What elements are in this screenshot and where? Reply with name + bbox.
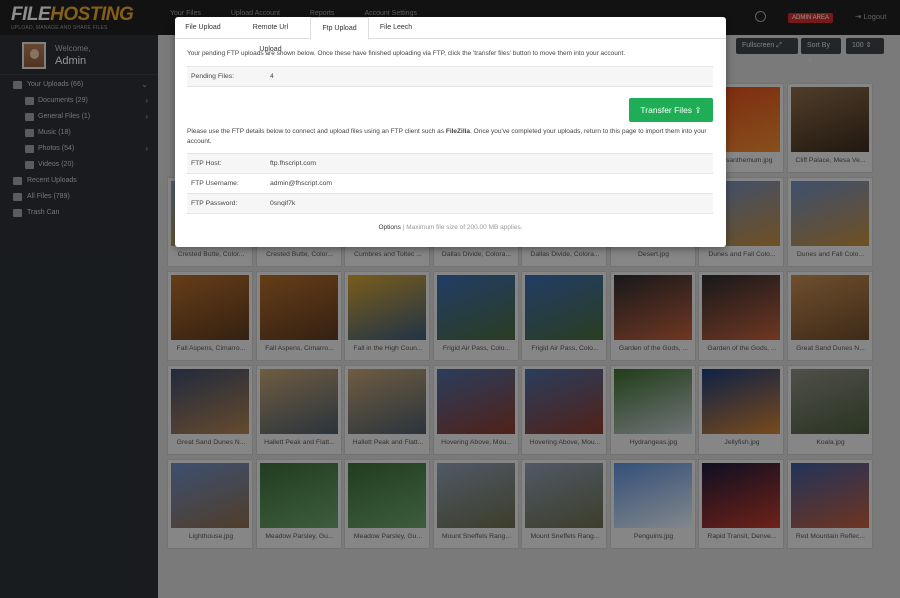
ftp-row: FTP Password: 0snqif7k — [187, 194, 713, 214]
upload-tabs: File Upload Remote Url Upload Ftp Upload Fi… — [175, 17, 726, 53]
ftp-label: FTP Password: — [191, 200, 238, 207]
pending-label: Pending Files: — [191, 73, 235, 80]
pending-row: Pending Files: 4 — [187, 67, 713, 87]
tab-file-leech[interactable]: File Leech — [369, 17, 423, 39]
options-link[interactable]: Options — [378, 224, 400, 231]
filezilla-link[interactable]: FileZilla — [446, 128, 470, 135]
tab-ftp-upload[interactable]: Ftp Upload — [310, 17, 369, 40]
modal-footer: Options | Maximum file size of 200.00 MB… — [175, 224, 726, 231]
upload-modal: File Upload Remote Url Upload Ftp Upload Fi… — [175, 17, 726, 247]
upload-icon: ⇪ — [694, 105, 702, 115]
transfer-files-button[interactable]: Transfer Files ⇪ — [629, 98, 713, 122]
pending-table: Pending Files: 4 — [187, 66, 713, 87]
pending-value: 4 — [270, 73, 274, 80]
max-size-note: Maximum file size of 200.00 MB applies. — [406, 224, 523, 231]
ftp-label: FTP Username: — [191, 180, 239, 187]
ftp-value: admin@fhscript.com — [270, 180, 333, 187]
ftp-note-text: Please use the FTP details below to conn… — [187, 128, 446, 135]
tab-remote-url-upload[interactable]: Remote Url Upload — [231, 17, 310, 53]
transfer-files-label: Transfer Files — [640, 105, 693, 115]
tab-file-upload[interactable]: File Upload — [175, 17, 231, 39]
ftp-label: FTP Host: — [191, 160, 222, 167]
ftp-row: FTP Username: admin@fhscript.com — [187, 174, 713, 194]
footer-separator: | — [402, 224, 405, 231]
ftp-value: ftp.fhscript.com — [270, 160, 317, 167]
ftp-note: Please use the FTP details below to conn… — [187, 127, 714, 147]
ftp-row: FTP Host: ftp.fhscript.com — [187, 154, 713, 174]
ftp-details-table: FTP Host: ftp.fhscript.com FTP Username: ad… — [187, 153, 713, 214]
ftp-value: 0snqif7k — [270, 200, 296, 207]
